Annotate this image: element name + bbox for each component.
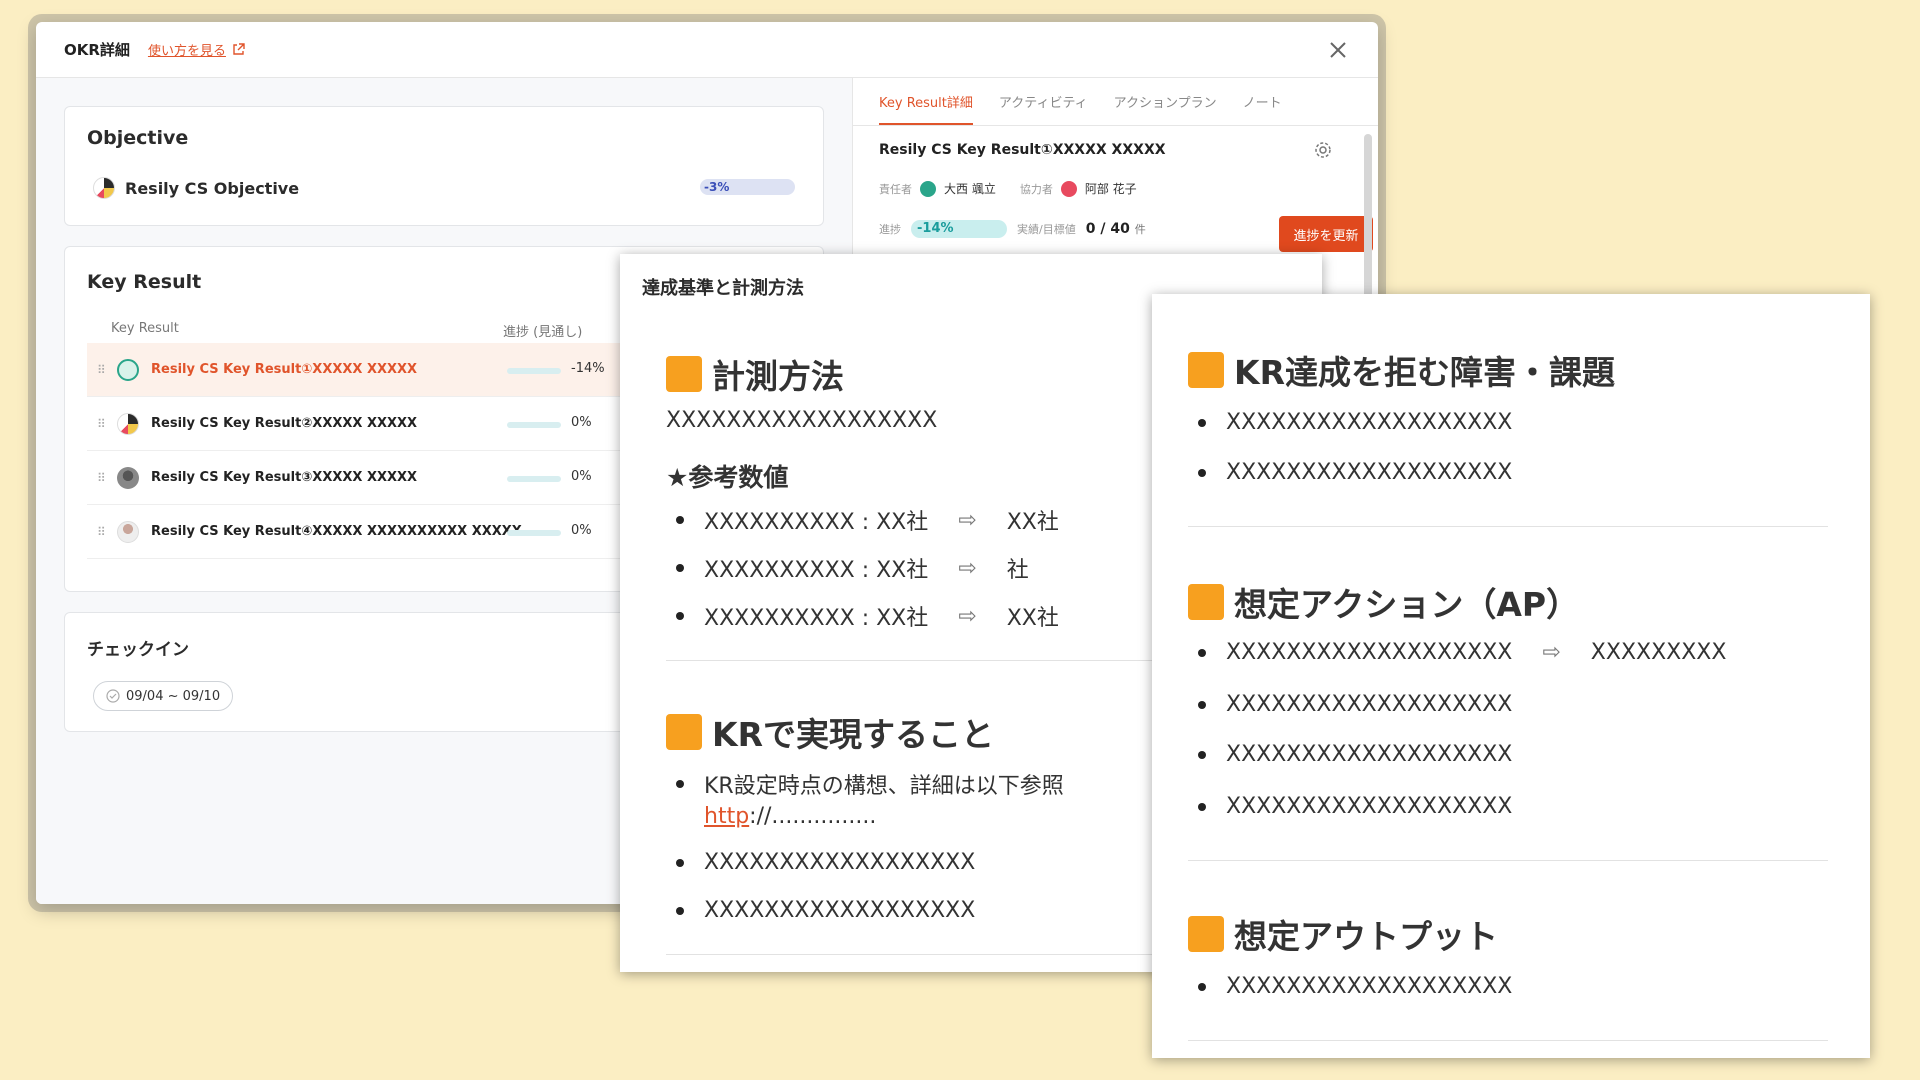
reference-title: ★参考数値 [666,463,789,492]
checkin-date: 09/04 ~ 09/10 [126,688,221,704]
kr-progress-value: 0% [571,415,592,430]
list-item: XXXXXXXXXX : XX社 ⇨ XX社 [676,504,1059,536]
divider [1188,860,1828,861]
key-result-heading: Key Result [87,271,202,293]
checkin-heading: チェックイン [87,640,189,660]
avatar [920,180,936,197]
kr-progress-bar [507,368,561,374]
list-item: XXXXXXXXXXXXXXXXXXX [1198,410,1512,435]
section-title: 計測方法 [666,350,844,398]
list-item: KR設定時点の構想、詳細は以下参照 [676,768,1064,800]
divider [1188,526,1828,527]
kr-label: Resily CS Key Result①XXXXX XXXXX [151,362,418,377]
drag-handle-icon[interactable]: ⠿ [97,417,111,431]
kr-column-name: Key Result [111,321,179,336]
actual-value: 0 / 40 件 [1085,221,1146,237]
kr-detail-title: Resily CS Key Result①XXXXX XXXXX [879,142,1166,158]
arrow-icon: ⇨ [958,555,977,581]
progress-row: 進捗 -14% 実績/目標値 0 / 40 件 [879,220,1146,238]
arrow-icon: ⇨ [958,507,977,533]
section-text: XXXXXXXXXXXXXXXXXX [666,408,938,433]
avatar [117,412,139,435]
section-title: 想定アウトプット [1188,910,1498,958]
progress-bar: -14% [911,220,1007,238]
objective-row[interactable]: Resily CS Objective [93,177,299,199]
kr-label: Resily CS Key Result③XXXXX XXXXX [151,470,418,485]
section-title: 想定アクション（AP） [1188,578,1579,626]
criteria-heading: 達成基準と計測方法 [642,278,804,299]
update-progress-button[interactable]: 進捗を更新 [1279,216,1373,252]
owner-name[interactable]: 大西 颯立 [944,180,996,197]
kr-progress-bar [507,530,561,536]
reference-link-line: http://............... [704,804,877,829]
list-item: XXXXXXXXXXXXXXXXXX [676,850,975,875]
objective-heading: Objective [87,127,189,149]
obstacles-panel: KR達成を拒む障害・課題 XXXXXXXXXXXXXXXXXXX XXXXXXX… [1152,294,1870,1058]
objective-progress-bar: -3% [700,179,795,195]
list-item: XXXXXXXXXXXXXXXXXXX [1198,974,1512,999]
tab-activity[interactable]: アクティビティ [999,92,1088,125]
objective-card: Objective Resily CS Objective -3% [64,106,824,226]
modal-header: OKR詳細 使い方を見る [36,22,1378,78]
orange-square-icon [1188,352,1224,388]
people-row: 責任者 大西 颯立 協力者 阿部 花子 [879,180,1153,197]
kr-progress-bar [507,476,561,482]
list-item: XXXXXXXXXXXXXXXXXXX ⇨ XXXXXXXXX [1198,640,1726,665]
check-circle-icon [106,689,120,703]
external-link-icon [233,43,245,55]
list-item: XXXXXXXXXXXXXXXXXXX [1198,460,1512,485]
avatar [93,177,115,199]
tab-action-plan[interactable]: アクションプラン [1114,92,1217,125]
avatar [117,358,139,381]
reference-link[interactable]: http [704,804,749,829]
collab-label: 協力者 [1019,182,1053,196]
detail-tabs: Key Result詳細 アクティビティ アクションプラン ノート [853,78,1378,126]
list-item: XXXXXXXXXXXXXXXXXXX [1198,692,1512,717]
list-item: XXXXXXXXXXXXXXXXXX [676,898,975,923]
arrow-icon: ⇨ [1542,640,1561,665]
avatar [1060,180,1077,197]
drag-handle-icon[interactable]: ⠿ [97,363,111,377]
kr-label: Resily CS Key Result④XXXXX XXXXXXXXXX XX… [151,524,522,539]
progress-label: 進捗 [879,223,901,236]
howto-link-label: 使い方を見る [147,44,226,59]
kr-progress-bar [507,422,561,428]
objective-name: Resily CS Objective [125,178,300,198]
kr-progress-value: 0% [571,469,592,484]
kr-label: Resily CS Key Result②XXXXX XXXXX [151,416,418,431]
section-title: KR達成を拒む障害・課題 [1188,346,1615,394]
list-item: XXXXXXXXXX : XX社 ⇨ 社 [676,552,1029,584]
avatar [117,520,139,543]
list-item: XXXXXXXXXXXXXXXXXXX [1198,742,1512,767]
owner-label: 責任者 [879,182,912,196]
divider [1188,1040,1828,1041]
orange-square-icon [1188,584,1224,620]
orange-square-icon [666,714,702,750]
drag-handle-icon[interactable]: ⠿ [97,525,111,539]
collab-name[interactable]: 阿部 花子 [1085,180,1137,197]
section-title: KRで実現すること [666,708,994,756]
kr-progress-value: 0% [571,523,592,538]
modal-title: OKR詳細 [64,41,130,59]
list-item: XXXXXXXXXXXXXXXXXXX [1198,794,1512,819]
howto-link[interactable]: 使い方を見る [148,40,245,59]
objective-progress-value: -3% [704,180,730,194]
progress-value: -14% [917,221,954,236]
kr-column-progress: 進捗 (見通し) [503,325,583,340]
close-icon[interactable] [1324,36,1352,64]
checkin-date-chip[interactable]: 09/04 ~ 09/10 [93,681,234,711]
orange-square-icon [1188,916,1224,952]
avatar [117,466,139,489]
gear-icon[interactable] [1313,140,1333,160]
arrow-icon: ⇨ [958,603,977,629]
orange-square-icon [666,356,702,392]
kr-progress-value: -14% [571,361,605,376]
list-item: XXXXXXXXXX : XX社 ⇨ XX社 [676,600,1059,632]
tab-key-result-detail[interactable]: Key Result詳細 [879,92,973,125]
drag-handle-icon[interactable]: ⠿ [97,471,111,485]
tab-note[interactable]: ノート [1243,92,1282,125]
actual-label: 実績/目標値 [1017,223,1076,236]
